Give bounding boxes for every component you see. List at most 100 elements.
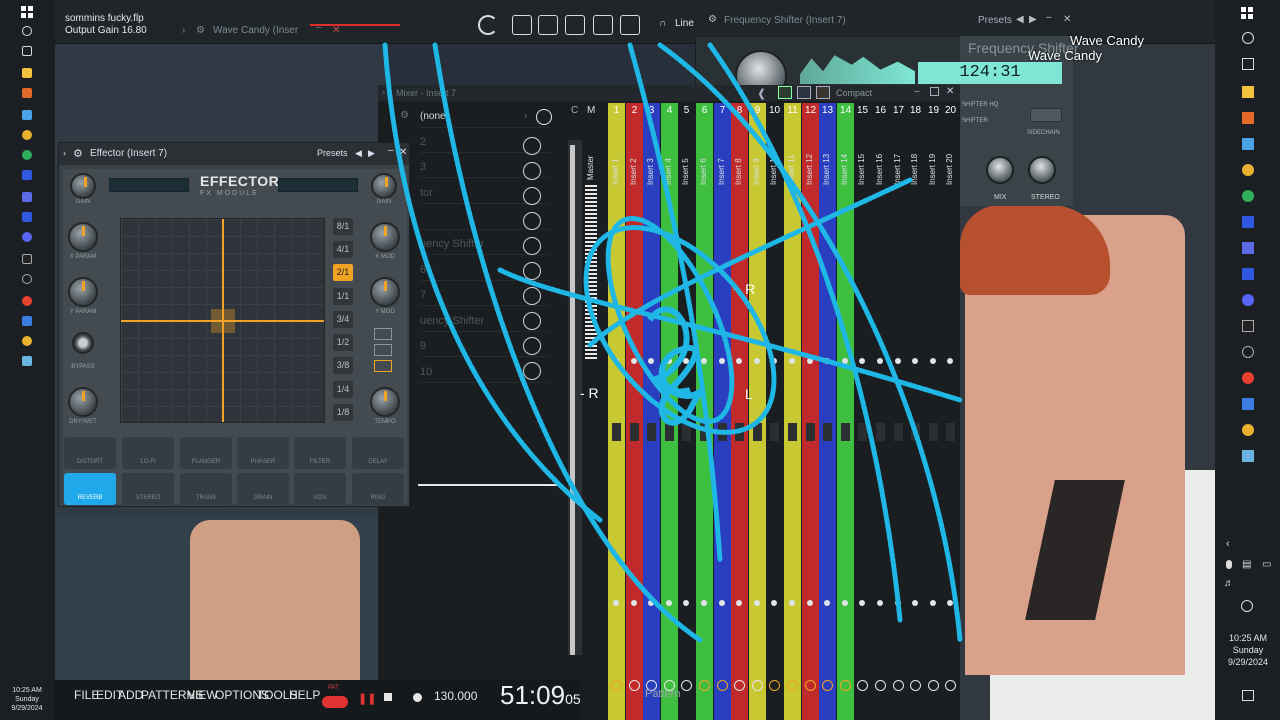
dry-wet-knob[interactable]: [68, 387, 98, 417]
ratio-1-2[interactable]: 1/2: [333, 334, 353, 351]
strip-pan-knob[interactable]: [877, 600, 883, 606]
strip-fader[interactable]: [735, 423, 744, 441]
channel-rack-icon[interactable]: [565, 15, 585, 35]
mixer-strip[interactable]: 19 Insert 19: [925, 103, 942, 720]
strip-pan-knob[interactable]: [754, 600, 760, 606]
bluetooth-icon[interactable]: [22, 212, 32, 222]
app-icon[interactable]: [22, 296, 32, 306]
battery-icon[interactable]: ▭: [1262, 559, 1271, 570]
network-icon[interactable]: ▤: [1242, 559, 1251, 570]
app-icon[interactable]: [22, 356, 32, 366]
strip-route-button[interactable]: [769, 680, 780, 691]
minimize-icon[interactable]: –: [388, 145, 394, 156]
strip-route-button[interactable]: [822, 680, 833, 691]
fx-vox-button[interactable]: VOX: [294, 473, 346, 505]
gain-out-knob[interactable]: [371, 173, 397, 199]
bypass-button[interactable]: [72, 332, 94, 354]
piano-roll-icon[interactable]: [538, 15, 558, 35]
task-view-icon[interactable]: [1242, 58, 1254, 70]
mixer-strip[interactable]: 14 Insert 14: [837, 103, 854, 720]
record-icon[interactable]: [413, 693, 422, 702]
strip-pan-knob[interactable]: [683, 600, 689, 606]
x-param-knob[interactable]: [68, 222, 98, 252]
close-icon[interactable]: ✕: [1063, 14, 1071, 25]
strip-active-led[interactable]: [842, 358, 848, 364]
discord-icon[interactable]: [1242, 294, 1254, 306]
effect-slot-selected[interactable]: ⚙ (none) ›: [400, 106, 550, 128]
strip-fader[interactable]: [700, 423, 709, 441]
tempo-value[interactable]: 130.000: [434, 689, 477, 703]
strip-fader[interactable]: [823, 423, 832, 441]
strip-pan-knob[interactable]: [930, 600, 936, 606]
lfo-shape-sine-icon[interactable]: [374, 328, 392, 340]
strip-active-led[interactable]: [947, 358, 953, 364]
strip-fader[interactable]: [647, 423, 656, 441]
ratio-3-8[interactable]: 3/8: [333, 357, 353, 374]
fx-stereo-button[interactable]: STEREO: [122, 473, 174, 505]
mixer-strip[interactable]: 4 Insert 4: [661, 103, 678, 720]
strip-active-led[interactable]: [683, 358, 689, 364]
strip-pan-knob[interactable]: [701, 600, 707, 606]
y-param-knob[interactable]: [68, 277, 98, 307]
strip-active-led[interactable]: [754, 358, 760, 364]
menu-add[interactable]: ADD: [118, 688, 143, 702]
slot-toggle[interactable]: [523, 237, 541, 255]
strip-fader[interactable]: [718, 423, 727, 441]
prev-preset-icon[interactable]: ◀: [355, 148, 362, 159]
strip-active-led[interactable]: [807, 358, 813, 364]
next-preset-icon[interactable]: ▶: [1029, 14, 1037, 25]
mixer-strip[interactable]: 6 Insert 6: [696, 103, 713, 720]
fx-trans-button[interactable]: TRANS: [180, 473, 232, 505]
slot-toggle[interactable]: [523, 262, 541, 280]
playlist-icon[interactable]: [512, 15, 532, 35]
stereo-knob[interactable]: [1028, 156, 1056, 184]
lfo-shape-square-icon[interactable]: [374, 360, 392, 372]
mix-knob[interactable]: [986, 156, 1014, 184]
close-icon[interactable]: ✕: [332, 25, 340, 36]
strip-active-led[interactable]: [895, 358, 901, 364]
strip-pan-knob[interactable]: [648, 600, 654, 606]
mixer-strip[interactable]: 15 Insert 15: [854, 103, 871, 720]
fx-lofi-button[interactable]: LO-FI: [122, 437, 174, 469]
strip-active-led[interactable]: [736, 358, 742, 364]
gear-icon[interactable]: ⚙: [708, 14, 717, 25]
pat-song-toggle[interactable]: [322, 696, 348, 708]
app-icon[interactable]: [22, 88, 32, 98]
mixer-strip[interactable]: 1 Insert 1: [608, 103, 625, 720]
strip-active-led[interactable]: [666, 358, 672, 364]
presets-menu[interactable]: Presets: [978, 15, 1012, 26]
strip-pan-knob[interactable]: [666, 600, 672, 606]
chevron-right-icon[interactable]: ›: [63, 148, 66, 158]
mixer-strip[interactable]: 13 Insert 13: [819, 103, 836, 720]
strip-active-led[interactable]: [912, 358, 918, 364]
mixer-mode-icon[interactable]: ❰: [757, 87, 766, 100]
app-icon[interactable]: [22, 316, 32, 326]
slot-toggle[interactable]: [523, 212, 541, 230]
strip-pan-knob[interactable]: [719, 600, 725, 606]
ratio-3-4[interactable]: 3/4: [333, 311, 353, 328]
slot-toggle[interactable]: [523, 162, 541, 180]
slot-toggle[interactable]: [523, 137, 541, 155]
browser-tree-icon[interactable]: [620, 15, 640, 35]
x-mod-knob[interactable]: [370, 222, 400, 252]
settings-icon[interactable]: [1242, 346, 1254, 358]
mixer-strip[interactable]: 9 Insert 9: [749, 103, 766, 720]
strip-pan-knob[interactable]: [771, 600, 777, 606]
ratio-1-1[interactable]: 1/1: [333, 288, 353, 305]
strip-active-led[interactable]: [719, 358, 725, 364]
strip-fader[interactable]: [894, 423, 903, 441]
strip-fader[interactable]: [788, 423, 797, 441]
strip-pan-knob[interactable]: [859, 600, 865, 606]
strip-route-button[interactable]: [717, 680, 728, 691]
browser-icon[interactable]: [22, 150, 32, 160]
strip-route-button[interactable]: [945, 680, 956, 691]
discord-icon[interactable]: [22, 232, 32, 242]
strip-active-led[interactable]: [877, 358, 883, 364]
fx-grain-button[interactable]: GRAIN: [237, 473, 289, 505]
mixer-strip[interactable]: 2 Insert 2: [626, 103, 643, 720]
y-mod-knob[interactable]: [370, 277, 400, 307]
mixer-strip[interactable]: 17 Insert 17: [890, 103, 907, 720]
strip-fader[interactable]: [665, 423, 674, 441]
strip-active-led[interactable]: [631, 358, 637, 364]
app-icon[interactable]: [1242, 112, 1254, 124]
